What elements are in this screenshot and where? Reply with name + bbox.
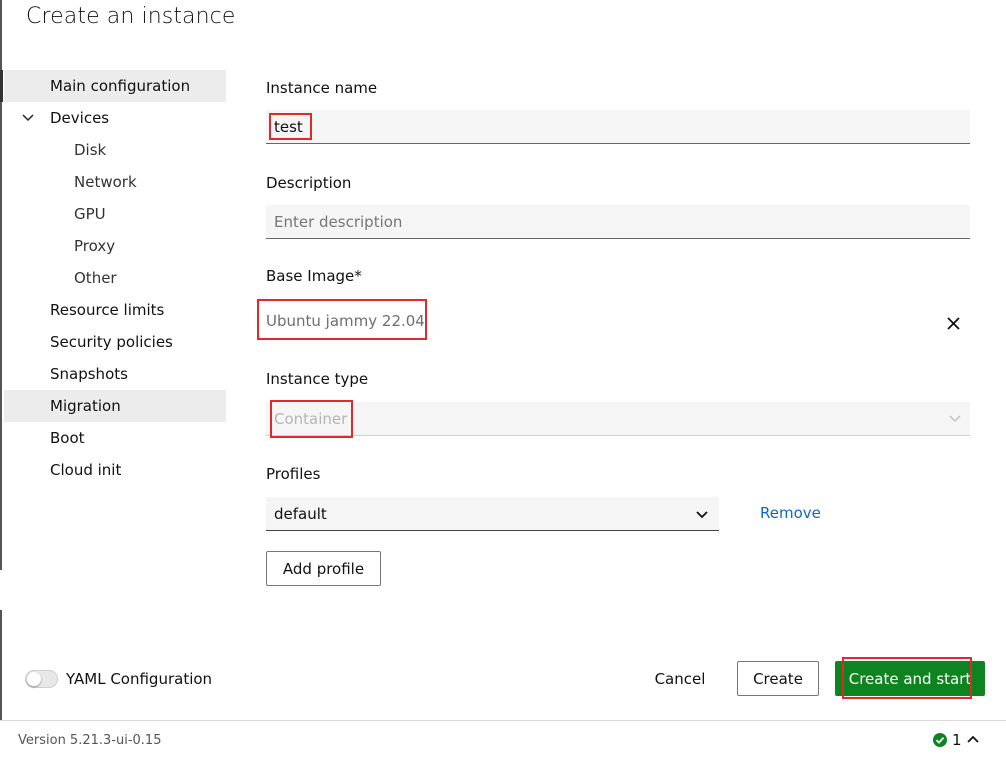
create-button[interactable]: Create (737, 661, 819, 696)
description-label: Description (266, 174, 352, 192)
sidebar-item-label: Security policies (50, 333, 173, 351)
side-navigation: Main configuration Devices Disk Network … (0, 70, 226, 486)
sidebar-item-snapshots[interactable]: Snapshots (4, 358, 226, 390)
sidebar-item-main-configuration[interactable]: Main configuration (0, 70, 226, 102)
page-title: Create an instance (26, 4, 236, 29)
sidebar-item-cloud-init[interactable]: Cloud init (4, 454, 226, 486)
sidebar-item-resource-limits[interactable]: Resource limits (4, 294, 226, 326)
instance-type-label: Instance type (266, 370, 369, 388)
sidebar-item-label: Other (74, 269, 117, 287)
yaml-configuration-label: YAML Configuration (66, 670, 213, 688)
toggle-knob (27, 672, 41, 686)
sidebar-item-label: Boot (50, 429, 85, 447)
sidebar-item-label: Snapshots (50, 365, 128, 383)
chevron-down-icon[interactable] (20, 102, 36, 134)
sidebar-item-label: Main configuration (50, 77, 191, 95)
remove-profile-link[interactable]: Remove (760, 504, 821, 522)
sidebar-item-label: Network (74, 173, 137, 191)
sidebar-item-other[interactable]: Other (4, 262, 226, 294)
yaml-configuration-toggle[interactable] (25, 670, 58, 688)
base-image-label: Base Image* (266, 267, 362, 285)
sidebar-item-label: Proxy (74, 237, 116, 255)
version-text: Version 5.21.3-ui-0.15 (18, 733, 162, 748)
sidebar-item-label: Cloud init (50, 461, 122, 479)
base-image-value[interactable]: Ubuntu jammy 22.04 (266, 312, 425, 330)
chevron-down-icon (695, 506, 709, 525)
sidebar-item-label: Migration (50, 397, 121, 415)
instance-type-value: Container (274, 410, 348, 428)
close-icon[interactable] (946, 316, 960, 330)
profile-value: default (274, 505, 327, 523)
sidebar-item-boot[interactable]: Boot (4, 422, 226, 454)
status-bar-divider (0, 720, 1006, 721)
cancel-button[interactable]: Cancel (646, 661, 714, 696)
chevron-up-icon[interactable] (966, 733, 980, 747)
sidebar-item-gpu[interactable]: GPU (4, 198, 226, 230)
sidebar-item-label: Disk (74, 141, 107, 159)
add-profile-button[interactable]: Add profile (266, 551, 381, 586)
instance-name-label: Instance name (266, 79, 378, 97)
sidebar-item-security-policies[interactable]: Security policies (4, 326, 226, 358)
sidebar-item-label: Resource limits (50, 301, 165, 319)
sidebar-item-proxy[interactable]: Proxy (4, 230, 226, 262)
sidebar-item-network[interactable]: Network (4, 166, 226, 198)
status-count: 1 (952, 731, 962, 749)
operations-status[interactable]: 1 (932, 731, 980, 749)
window-left-border-gap (0, 570, 2, 610)
profiles-label: Profiles (266, 465, 321, 483)
sidebar-item-label: Devices (50, 109, 110, 127)
sidebar-item-migration[interactable]: Migration (4, 390, 226, 422)
success-icon (933, 733, 947, 747)
sidebar-item-devices[interactable]: Devices (4, 102, 226, 134)
description-input[interactable] (266, 205, 970, 239)
create-and-start-button[interactable]: Create and start (835, 661, 985, 696)
instance-name-input[interactable] (266, 110, 970, 144)
chevron-down-icon (948, 410, 962, 429)
profile-select[interactable]: default (266, 497, 719, 531)
clear-image-button[interactable] (942, 312, 964, 334)
window-left-border (0, 0, 2, 720)
sidebar-item-disk[interactable]: Disk (4, 134, 226, 166)
sidebar-item-label: GPU (74, 205, 106, 223)
instance-type-select[interactable]: Container (266, 402, 970, 436)
